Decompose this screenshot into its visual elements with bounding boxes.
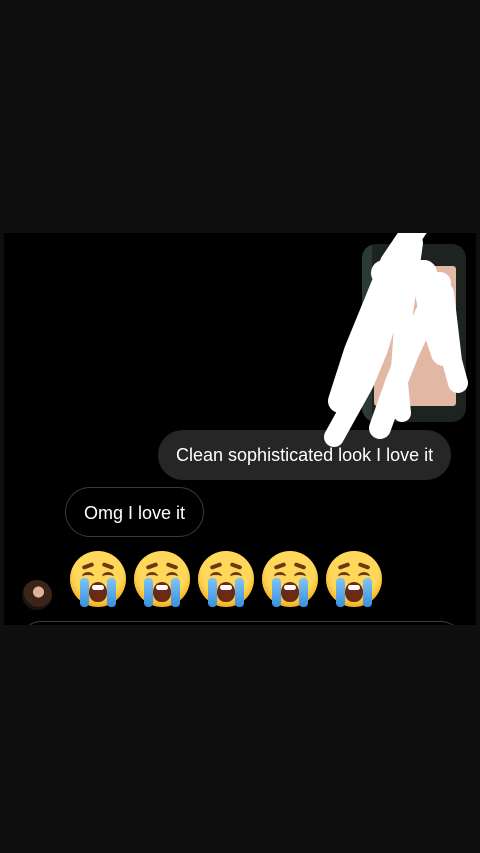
loudly-crying-face-icon bbox=[326, 551, 382, 607]
received-message-text: Omg I love it bbox=[84, 503, 186, 523]
emoji-message[interactable] bbox=[70, 551, 382, 607]
sender-avatar[interactable] bbox=[22, 580, 52, 610]
message-composer[interactable] bbox=[20, 621, 462, 625]
chat-thread: Clean sophisticated look I love it Omg I… bbox=[4, 233, 476, 625]
image-thumbnail bbox=[374, 266, 456, 406]
loudly-crying-face-icon bbox=[134, 551, 190, 607]
story-screenshot: Clean sophisticated look I love it Omg I… bbox=[0, 0, 480, 853]
received-message-bubble[interactable]: Omg I love it bbox=[65, 487, 205, 537]
sent-message-text: Clean sophisticated look I love it bbox=[176, 445, 434, 465]
loudly-crying-face-icon bbox=[262, 551, 318, 607]
loudly-crying-face-icon bbox=[198, 551, 254, 607]
shared-image-message[interactable] bbox=[362, 244, 466, 422]
sent-message-bubble[interactable]: Clean sophisticated look I love it bbox=[158, 430, 452, 480]
image-edge bbox=[362, 244, 372, 422]
loudly-crying-face-icon bbox=[70, 551, 126, 607]
